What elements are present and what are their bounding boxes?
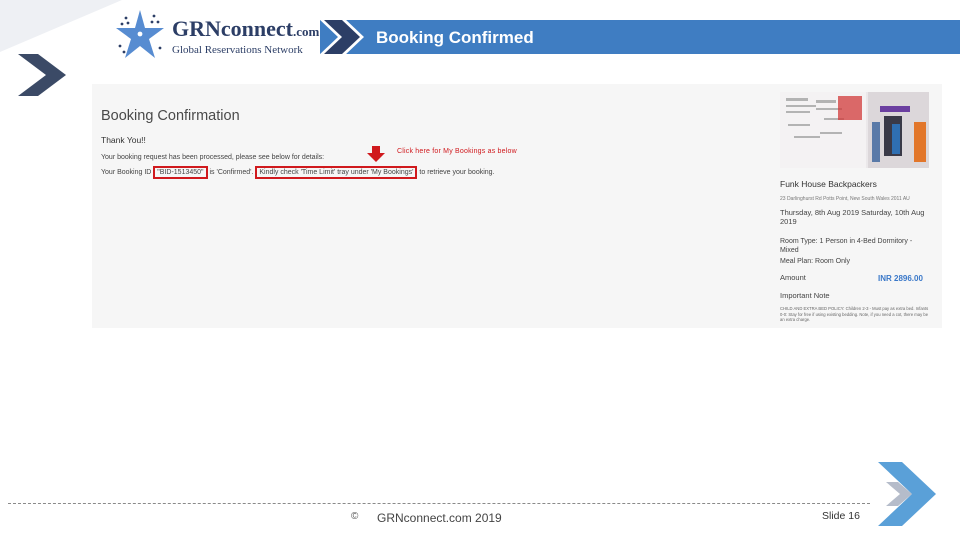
processed-text: Your booking request has been processed,…	[101, 154, 325, 161]
hostel-name: Funk House Backpackers	[780, 179, 877, 189]
time-limit-highlight: Kindly check 'Time Limit' tray under 'My…	[255, 166, 418, 179]
booking-line-prefix: Your Booking ID	[101, 169, 152, 176]
important-note-heading: Important Note	[780, 291, 830, 300]
booking-line-mid: is 'Confirmed'.	[209, 169, 254, 176]
amount-label: Amount	[780, 273, 806, 282]
logo-star-icon	[116, 10, 164, 58]
hostel-photo	[780, 92, 929, 168]
slide-number: Slide 16	[822, 510, 860, 522]
hostel-address: 23 Darlinghurst Rd Potts Point, New Sout…	[780, 196, 910, 202]
amount-value: INR 2896.00	[878, 274, 923, 283]
child-bed-policy: CHILD AND EXTRA BED POLICY: Children 2-3…	[780, 306, 929, 322]
chevron-right-icon	[878, 462, 936, 526]
footer-text: GRNconnect.com 2019	[377, 511, 502, 525]
booking-id-line: Your Booking ID "BID-1513450" is 'Confir…	[101, 166, 495, 179]
thank-you-text: Thank You!!	[101, 135, 146, 145]
booking-id-highlight: "BID-1513450"	[153, 166, 208, 179]
meal-plan: Meal Plan: Room Only	[780, 258, 851, 265]
arrow-down-icon	[367, 146, 385, 162]
click-here-note: Click here for My Bookings as below	[397, 148, 517, 155]
logo-name: GRNconnect.com	[172, 16, 320, 41]
footer-divider	[8, 503, 870, 504]
copyright-icon: ©	[351, 511, 359, 522]
room-type: Room Type: 1 Person in 4-Bed Dormitory -…	[780, 238, 913, 254]
stay-dates: Thursday, 8th Aug 2019 Saturday, 10th Au…	[780, 208, 925, 226]
title-chevron-icon	[318, 18, 364, 56]
logo: GRNconnect.com Global Reservations Netwo…	[172, 16, 320, 57]
booking-line-suffix: to retrieve your booking.	[419, 169, 495, 176]
chevron-left-icon	[18, 54, 66, 96]
confirmation-heading: Booking Confirmation	[101, 108, 240, 124]
logo-tagline: Global Reservations Network	[172, 44, 303, 56]
page-title: Booking Confirmed	[376, 28, 534, 47]
